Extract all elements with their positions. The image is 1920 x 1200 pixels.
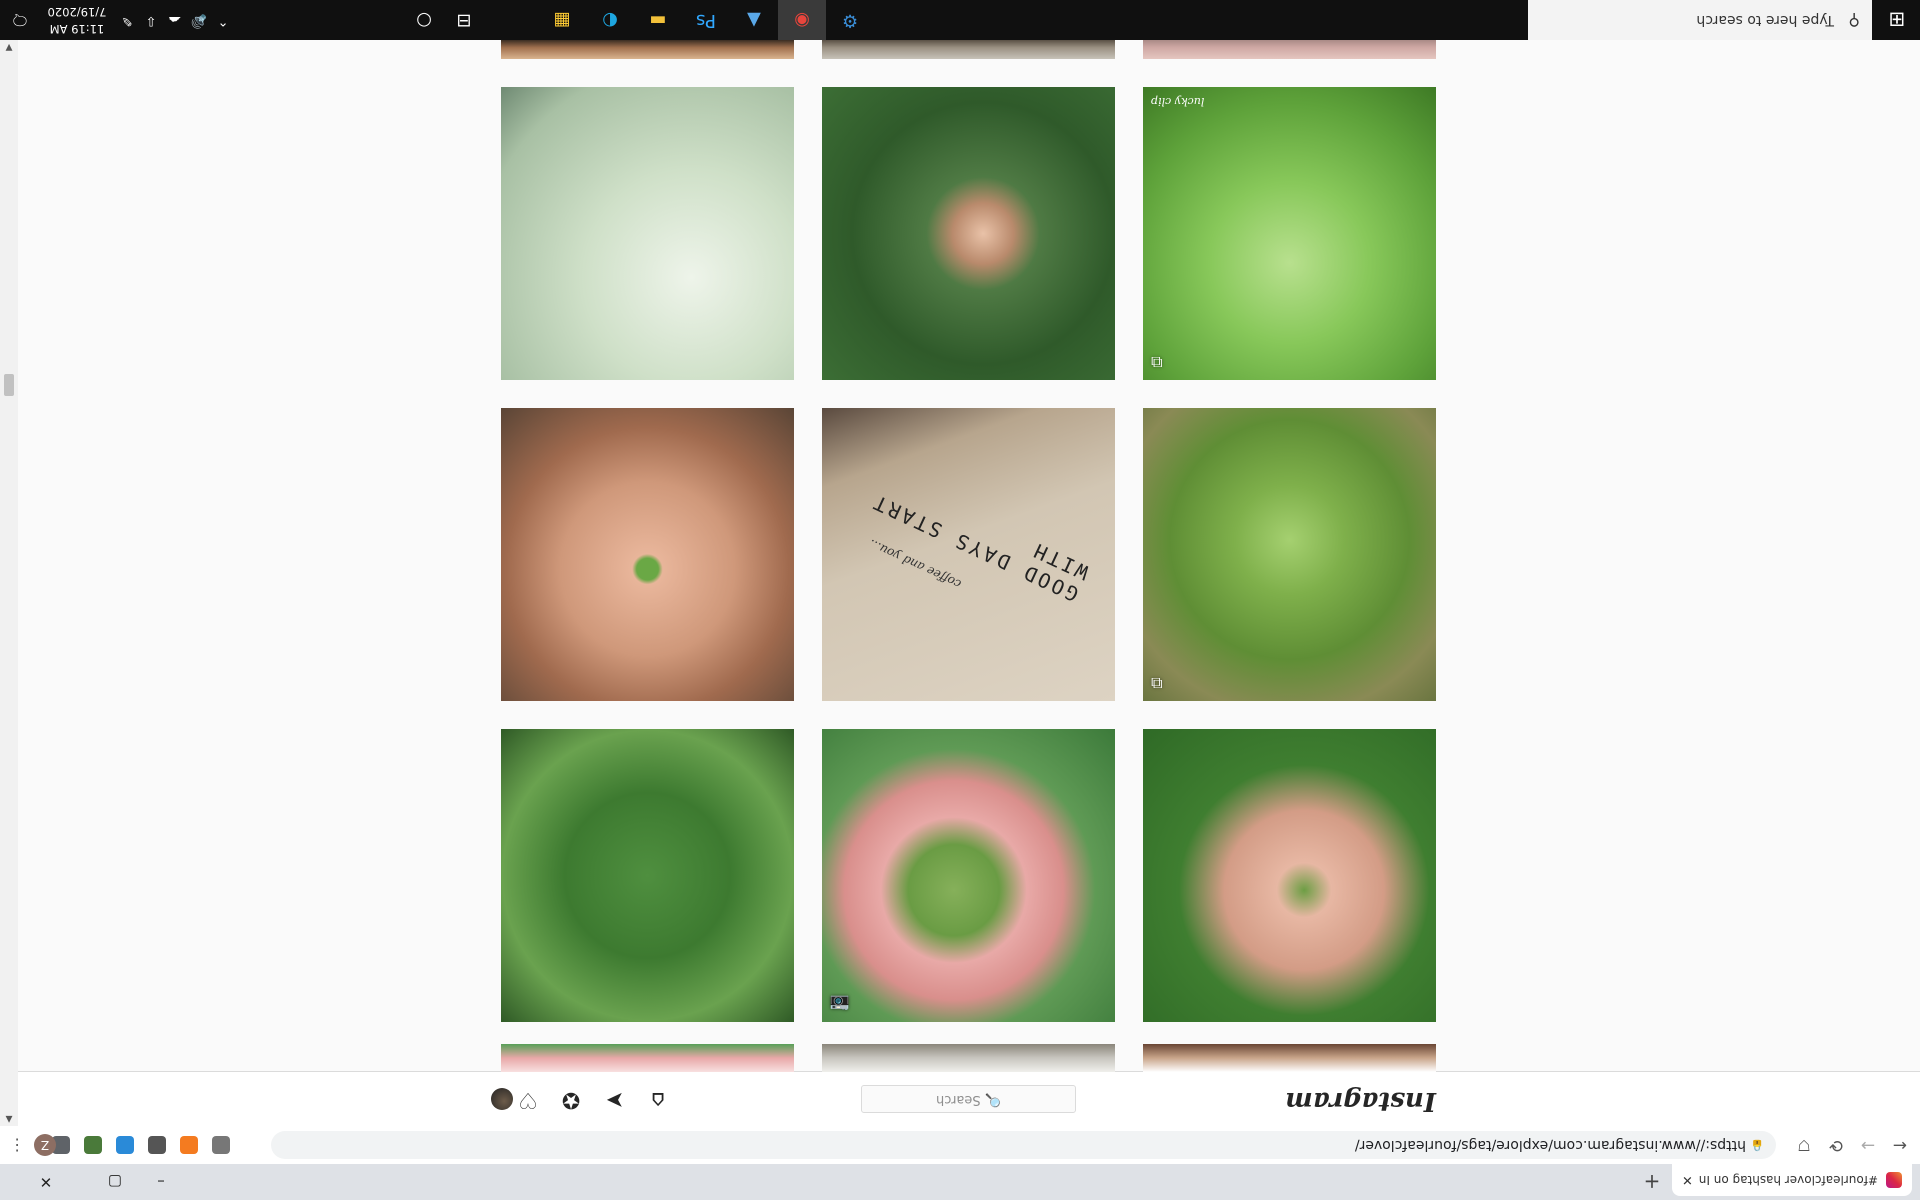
tab-title: #fourleafclover hashtag on Insta (1698, 1173, 1878, 1187)
grey-extension-icon[interactable] (212, 1136, 230, 1154)
home-icon[interactable]: ⌂ (645, 1086, 671, 1112)
orange-extension-icon[interactable] (180, 1136, 198, 1154)
post-thumbnail[interactable] (822, 87, 1115, 380)
file-explorer-icon[interactable]: ▬ (634, 0, 682, 40)
minimize-button[interactable]: – (138, 1164, 184, 1200)
user-avatar[interactable] (491, 1088, 513, 1110)
post-thumbnail[interactable]: lucky clip ⧉ (1143, 87, 1436, 380)
green-extension-icon[interactable] (84, 1136, 102, 1154)
post-thumbnail[interactable] (501, 40, 794, 59)
instagram-favicon-icon (1886, 1172, 1902, 1188)
photos-icon[interactable]: ▲ (730, 0, 778, 40)
back-button[interactable]: ← (1888, 1133, 1912, 1157)
page-scrollbar[interactable]: ▲ ▼ (0, 40, 18, 1126)
search-icon: ⚲ (1848, 11, 1860, 30)
post-thumbnail[interactable] (501, 87, 794, 380)
reload-button[interactable]: ⟳ (1824, 1133, 1848, 1157)
taskbar-search-placeholder: Type here to search (1696, 12, 1834, 28)
photoshop-icon[interactable]: Ps (682, 0, 730, 40)
clock-time: 11:19 AM (49, 22, 105, 36)
settings-sync-icon[interactable]: ⚙ (826, 0, 874, 40)
microsoft-store-icon[interactable]: ▦ (538, 0, 586, 40)
post-thumbnail[interactable] (501, 408, 794, 701)
post-thumbnail[interactable] (501, 729, 794, 1022)
close-window-button[interactable]: ✕ (0, 1164, 92, 1200)
explore-icon[interactable]: ✪ (558, 1086, 584, 1112)
carousel-badge-icon: ⧉ (1151, 674, 1163, 693)
maximize-button[interactable]: ▢ (92, 1164, 138, 1200)
post-thumbnail[interactable]: ⧉ (1143, 408, 1436, 701)
browser-toolbar: ← → ⟳ ⛉ 🔒 https://www.instagram.com/expl… (0, 1125, 1920, 1164)
hashtag-post-grid: 📷 ⧉ GOOD DAYS START WITH coffee and you... l… (18, 40, 1920, 1072)
post-thumbnail[interactable]: GOOD DAYS START WITH coffee and you... (822, 408, 1115, 701)
lock-icon: 🔒 (1750, 1139, 1764, 1152)
edge-icon[interactable]: ◐ (586, 0, 634, 40)
post-thumbnail[interactable] (1143, 40, 1436, 59)
task-view-icon[interactable]: ⊟ (440, 0, 488, 40)
post-thumbnail[interactable]: 📷 (822, 729, 1115, 1022)
tab-close-icon[interactable]: ✕ (1682, 1173, 1693, 1188)
shield-extension-icon[interactable]: ⛉ (1792, 1133, 1816, 1157)
forward-button[interactable]: → (1856, 1133, 1880, 1157)
system-clock[interactable]: 11:19 AM 7/19/2020 (42, 3, 112, 37)
scroll-up-arrow[interactable]: ▲ (0, 1112, 18, 1126)
show-hidden-icons-icon[interactable]: ⌃ (212, 0, 234, 40)
post-watermark: lucky clip (1151, 95, 1205, 108)
taskbar-search-box[interactable]: ⚲ Type here to search (1528, 0, 1872, 40)
instagram-header: Instagram 🔍 Search ⌂ ➤ ✪ ♡ (18, 1071, 1920, 1126)
url-text: https://www.instagram.com/explore/tags/f… (1354, 1137, 1746, 1153)
start-button[interactable]: ⊞ (1874, 0, 1920, 40)
scrollbar-thumb[interactable] (4, 374, 14, 396)
windows-taskbar: ⊞ ⚲ Type here to search ○ ⊟ ▦ ◐ ▬ Ps ▲ ◉ ⚙ ⌃ 🔊 ☁… (0, 0, 1920, 40)
dark-extension-icon[interactable] (148, 1136, 166, 1154)
direct-icon[interactable]: ➤ (602, 1086, 628, 1112)
post-thumbnail[interactable] (1143, 729, 1436, 1022)
pen-icon[interactable]: ✎ (116, 0, 138, 40)
post-thumbnail[interactable] (822, 40, 1115, 59)
action-center-icon[interactable]: 🗨 (4, 0, 36, 40)
desktop-screen: #fourleafclover hashtag on Insta ✕ + – ▢… (0, 0, 1920, 1200)
activity-heart-icon[interactable]: ♡ (515, 1086, 541, 1112)
dropbox-icon[interactable]: ⇩ (140, 0, 162, 40)
blue-extension-icon[interactable] (116, 1136, 134, 1154)
search-input[interactable]: 🔍 Search (861, 1085, 1076, 1113)
chrome-icon[interactable]: ◉ (778, 0, 826, 40)
scroll-down-arrow[interactable]: ▼ (0, 40, 18, 54)
post-thumbnail[interactable] (501, 1044, 794, 1072)
profile-avatar[interactable]: Z (34, 1134, 56, 1156)
onedrive-icon[interactable]: ☁ (164, 0, 186, 40)
clock-date: 7/19/2020 (47, 5, 107, 19)
browser-menu-button[interactable]: ⋮ (9, 1133, 25, 1157)
post-thumbnail[interactable] (1143, 1044, 1436, 1072)
volume-icon[interactable]: 🔊 (188, 0, 210, 40)
tab-instagram[interactable]: #fourleafclover hashtag on Insta ✕ (1672, 1164, 1912, 1196)
carousel-badge-icon: ⧉ (1151, 353, 1163, 372)
new-tab-button[interactable]: + (1640, 1170, 1664, 1194)
browser-tab-strip: #fourleafclover hashtag on Insta ✕ + – ▢… (0, 1164, 1920, 1200)
video-badge-icon: 📷 (830, 995, 850, 1014)
instagram-logo[interactable]: Instagram (1285, 1086, 1436, 1116)
address-bar[interactable]: 🔒 https://www.instagram.com/explore/tags… (271, 1131, 1776, 1159)
post-thumbnail[interactable] (822, 1044, 1115, 1072)
